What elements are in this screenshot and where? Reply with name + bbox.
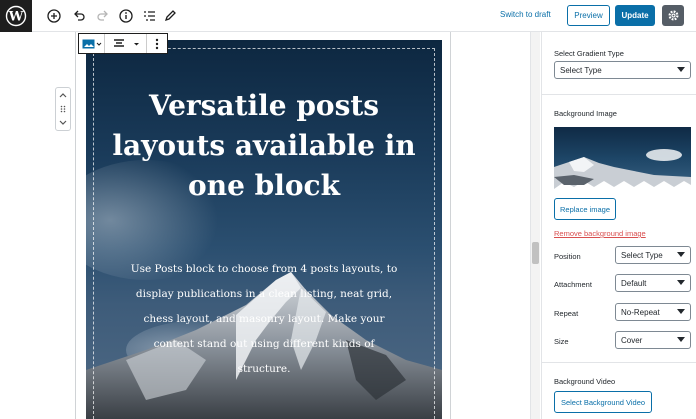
preview-button[interactable]: Preview <box>567 5 610 26</box>
align-dropdown[interactable] <box>105 34 147 53</box>
cover-paragraph[interactable]: Use Posts block to choose from 4 posts l… <box>130 257 398 382</box>
repeat-value: No-Repeat <box>621 307 660 317</box>
gradient-type-select[interactable]: Select Type <box>554 61 691 79</box>
chevron-down-icon <box>677 309 685 314</box>
attachment-select[interactable]: Default <box>615 274 691 292</box>
remove-background-image-link[interactable]: Remove background image <box>554 229 646 238</box>
position-value: Select Type <box>621 250 663 260</box>
block-toolbar <box>78 33 168 54</box>
wordpress-logo-icon[interactable]: W <box>0 0 32 32</box>
gradient-type-value: Select Type <box>560 65 602 75</box>
chevron-down-icon <box>677 252 685 257</box>
settings-gear-icon[interactable] <box>662 5 684 26</box>
scrollbar-thumb[interactable] <box>532 242 539 264</box>
move-down-icon[interactable] <box>56 116 70 130</box>
edit-pencil-icon[interactable] <box>160 6 180 26</box>
background-video-label: Background Video <box>554 377 616 386</box>
size-label: Size <box>554 337 569 346</box>
undo-icon[interactable] <box>69 6 89 26</box>
top-toolbar: W Switch to draft Preview Update <box>0 0 696 32</box>
repeat-select[interactable]: No-Repeat <box>615 303 691 321</box>
background-image-preview[interactable] <box>554 127 691 189</box>
divider <box>542 362 696 363</box>
chevron-down-icon <box>677 67 685 72</box>
svg-text:W: W <box>8 10 24 25</box>
attachment-label: Attachment <box>554 280 592 289</box>
switch-to-draft-link[interactable]: Switch to draft <box>500 10 551 19</box>
position-select[interactable]: Select Type <box>615 246 691 264</box>
select-background-video-button[interactable]: Select Background Video <box>554 391 652 413</box>
position-label: Position <box>554 252 581 261</box>
size-select[interactable]: Cover <box>615 331 691 349</box>
drag-handle-icon[interactable] <box>56 102 70 116</box>
block-mover <box>55 87 71 131</box>
redo-icon[interactable] <box>93 6 113 26</box>
gradient-type-label: Select Gradient Type <box>554 49 624 58</box>
editor-app: W Switch to draft Preview Update Versati… <box>0 0 696 419</box>
background-image-label: Background Image <box>554 109 617 118</box>
chevron-down-icon <box>677 337 685 342</box>
block-type-switcher[interactable] <box>79 34 105 53</box>
size-value: Cover <box>621 335 643 345</box>
more-options-icon[interactable] <box>147 34 167 53</box>
settings-sidebar: Select Gradient Type Select Type Backgro… <box>541 32 696 419</box>
editor-scrollbar[interactable] <box>530 32 540 419</box>
cover-title[interactable]: Versatile posts layouts available in one… <box>100 86 428 206</box>
block-navigation-icon[interactable] <box>139 6 159 26</box>
chevron-down-icon <box>677 280 685 285</box>
add-block-icon[interactable] <box>44 6 64 26</box>
move-up-icon[interactable] <box>56 88 70 102</box>
update-button[interactable]: Update <box>615 5 655 26</box>
replace-image-button[interactable]: Replace image <box>554 198 616 220</box>
repeat-label: Repeat <box>554 309 579 318</box>
attachment-value: Default <box>621 278 647 288</box>
divider <box>542 94 696 95</box>
info-icon[interactable] <box>116 6 136 26</box>
